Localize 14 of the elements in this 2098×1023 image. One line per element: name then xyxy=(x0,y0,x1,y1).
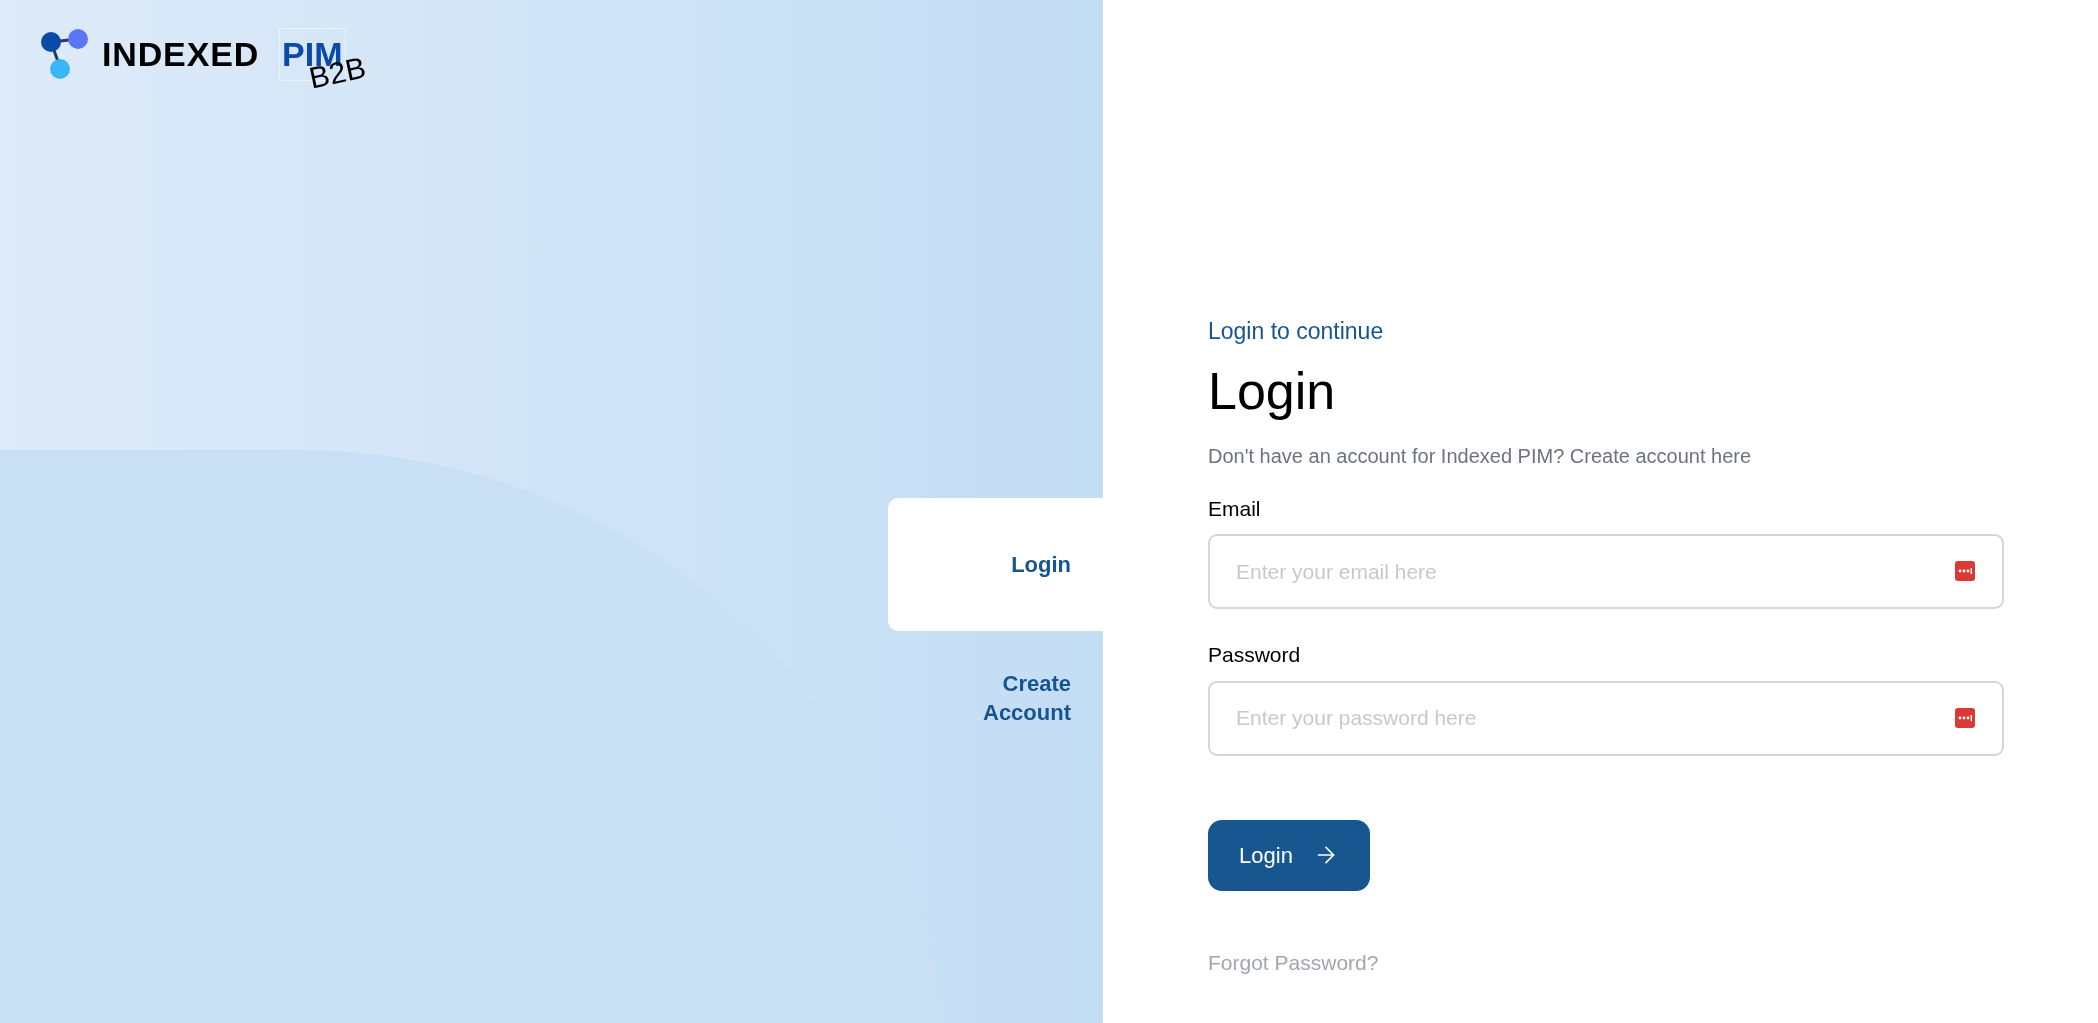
field-label: Email xyxy=(1208,495,1262,522)
auth-tab[interactable]: Create Account xyxy=(888,631,1103,764)
logo-wordmark: INDEXED xyxy=(102,34,260,75)
login-button[interactable]: Login xyxy=(1208,819,1370,891)
field-label: Password xyxy=(1208,642,1302,668)
text-field[interactable]: Enter your email here xyxy=(1208,534,2004,609)
logo-icon xyxy=(40,28,90,81)
signup-prompt: Don't have an account for Indexed PIM? Create account here xyxy=(1208,443,1753,469)
eyebrow-text: Login to continue xyxy=(1208,317,1385,346)
password-manager-icon[interactable] xyxy=(1954,706,1976,729)
auth-tab[interactable]: Login xyxy=(888,498,1103,631)
password-manager-icon[interactable] xyxy=(1954,560,1976,582)
text-field[interactable]: Enter your password here xyxy=(1208,680,2004,756)
page-title: Login xyxy=(1208,360,1337,422)
